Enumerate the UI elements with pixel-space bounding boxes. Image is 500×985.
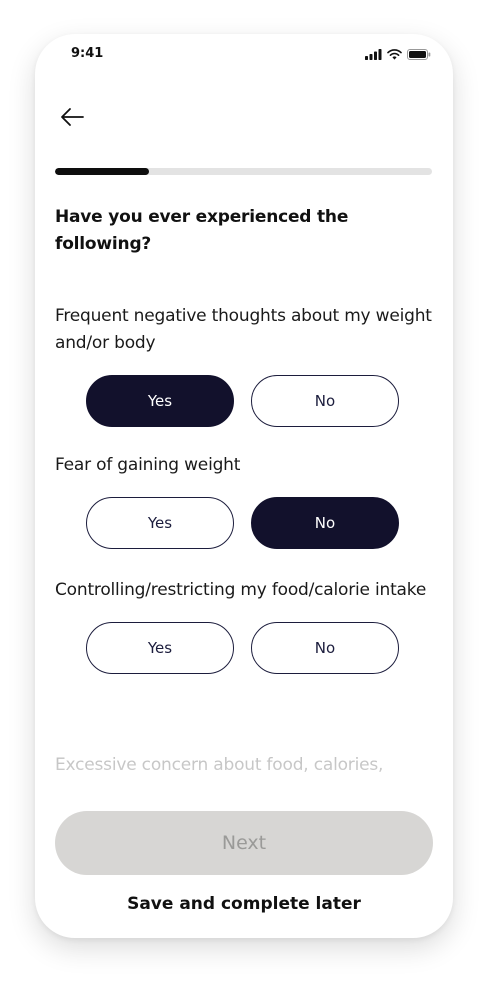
wifi-icon [387, 49, 402, 60]
progress-fill [55, 168, 150, 175]
answer-options: Yes No [55, 622, 435, 674]
answer-options: Yes No [55, 497, 435, 549]
status-icons [365, 49, 431, 60]
question-item: Frequent negative thoughts about my weig… [55, 303, 435, 427]
cellular-signal-icon [365, 49, 382, 60]
answer-options: Yes No [55, 375, 435, 427]
no-button[interactable]: No [251, 622, 399, 674]
arrow-left-icon [61, 108, 84, 126]
battery-icon [407, 49, 431, 60]
phone-screen: 9:41 Have you ever experienced the follo… [35, 34, 453, 938]
status-time: 9:41 [71, 46, 104, 61]
yes-button[interactable]: Yes [86, 622, 234, 674]
no-button[interactable]: No [251, 375, 399, 427]
question-item: Fear of gaining weight Yes No [55, 452, 435, 549]
save-and-complete-later-link[interactable]: Save and complete later [35, 894, 453, 914]
yes-button[interactable]: Yes [86, 375, 234, 427]
status-bar: 9:41 [35, 34, 453, 78]
question-label: Fear of gaining weight [55, 455, 241, 475]
next-question-preview: Excessive concern about food, calories, [55, 755, 384, 775]
page-title: Have you ever experienced the following? [55, 207, 349, 254]
progress-bar [55, 168, 432, 175]
no-button[interactable]: No [251, 497, 399, 549]
question-label: Frequent negative thoughts about my weig… [55, 306, 432, 353]
back-button[interactable] [55, 100, 89, 134]
next-button[interactable]: Next [55, 811, 433, 875]
question-content: Have you ever experienced the following?… [55, 204, 435, 808]
yes-button[interactable]: Yes [86, 497, 234, 549]
question-label: Controlling/restricting my food/calorie … [55, 580, 427, 600]
question-item: Controlling/restricting my food/calorie … [55, 577, 435, 674]
